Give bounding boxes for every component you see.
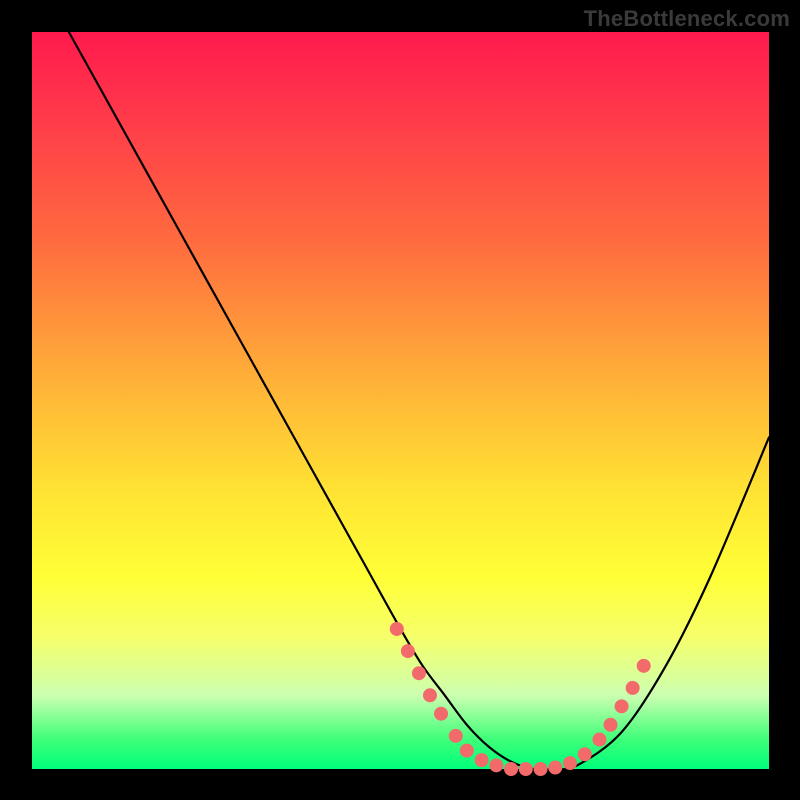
highlight-dot xyxy=(504,762,518,776)
highlight-dot xyxy=(615,699,629,713)
highlight-dot xyxy=(637,659,651,673)
curve-path xyxy=(69,32,769,770)
highlight-dot xyxy=(578,747,592,761)
highlight-dot xyxy=(519,762,533,776)
highlight-dot xyxy=(548,761,562,775)
highlight-dot xyxy=(390,622,404,636)
highlight-dot xyxy=(412,666,426,680)
watermark-text: TheBottleneck.com xyxy=(584,6,790,32)
chart-stage: TheBottleneck.com xyxy=(0,0,800,800)
highlight-dot xyxy=(460,744,474,758)
highlight-dot xyxy=(563,756,577,770)
highlight-dot xyxy=(592,733,606,747)
highlight-dots xyxy=(390,622,651,776)
highlight-dot xyxy=(434,707,448,721)
highlight-dot xyxy=(626,681,640,695)
highlight-dot xyxy=(449,729,463,743)
chart-svg xyxy=(32,32,769,769)
plot-area xyxy=(32,32,769,769)
highlight-dot xyxy=(423,688,437,702)
highlight-dot xyxy=(475,753,489,767)
highlight-dot xyxy=(401,644,415,658)
highlight-dot xyxy=(489,758,503,772)
highlight-dot xyxy=(534,762,548,776)
highlight-dot xyxy=(604,718,618,732)
